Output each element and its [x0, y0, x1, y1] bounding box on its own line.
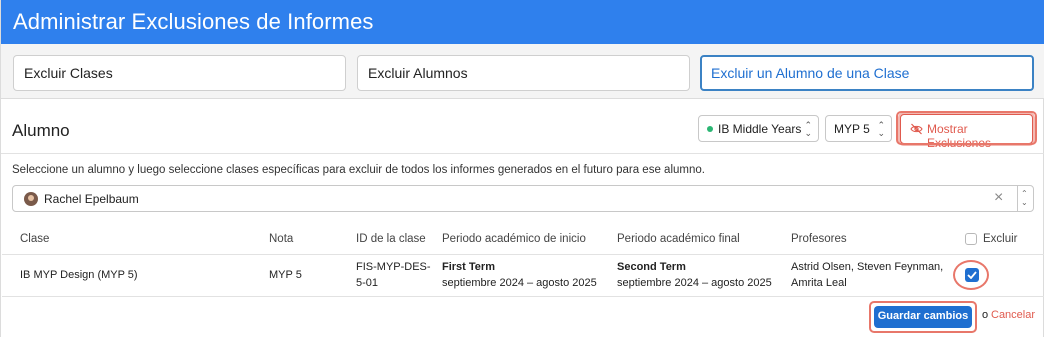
instructions-text: Seleccione un alumno y luego seleccione …: [12, 164, 705, 176]
cell-inicio: First Term septiembre 2024 – agosto 2025: [442, 259, 597, 291]
cell-clase: IB MYP Design (MYP 5): [20, 269, 138, 281]
cell-inicio-term: First Term: [442, 261, 495, 273]
or-text: o: [982, 309, 989, 321]
updown-chevron-icon: ⌃ ⌄: [877, 120, 885, 138]
student-picker[interactable]: Rachel Epelbaum × ⌃ ⌄: [12, 185, 1034, 212]
highlight-save-button: [869, 301, 977, 333]
tab-excluir-alumno-de-clase[interactable]: Excluir un Alumno de una Clase: [700, 55, 1034, 91]
select-all-checkbox[interactable]: [965, 233, 977, 245]
avatar: [24, 192, 38, 206]
tab-bar: Excluir Clases Excluir Alumnos Excluir u…: [1, 44, 1044, 99]
tab-excluir-alumnos[interactable]: Excluir Alumnos: [357, 55, 690, 91]
column-header-excluir: Excluir: [983, 233, 1018, 245]
row-divider: [2, 296, 1044, 297]
cell-id: FIS-MYP-DES- 5-01: [356, 259, 431, 291]
column-header-inicio: Periodo académico de inicio: [442, 233, 586, 245]
cell-final: Second Term septiembre 2024 – agosto 202…: [617, 259, 772, 291]
column-header-id: ID de la clase: [356, 233, 426, 245]
section-header: Alumno IB Middle Years ⌃ ⌄ MYP 5 ⌃ ⌄ Mostr…: [1, 100, 1044, 154]
cell-nota: MYP 5: [269, 269, 302, 281]
status-dot-icon: [707, 125, 713, 132]
tab-excluir-clases[interactable]: Excluir Clases: [13, 55, 346, 91]
cell-profesores-line2: Amrita Leal: [791, 277, 847, 289]
student-name: Rachel Epelbaum: [44, 192, 139, 206]
cell-final-term: Second Term: [617, 261, 686, 273]
column-header-nota: Nota: [269, 233, 294, 245]
cancel-link[interactable]: Cancelar: [991, 309, 1035, 321]
column-header-clase: Clase: [20, 233, 50, 245]
app-frame: Administrar Exclusiones de Informes Excl…: [0, 0, 1044, 337]
picker-divider: [1017, 186, 1018, 211]
cell-id-line1: FIS-MYP-DES-: [356, 261, 431, 273]
cell-profesores: Astrid Olsen, Steven Feynman, Amrita Lea…: [791, 259, 943, 291]
column-header-final: Periodo académico final: [617, 233, 740, 245]
clear-icon[interactable]: ×: [994, 189, 1003, 207]
column-header-profesores: Profesores: [791, 233, 847, 245]
page-header: Administrar Exclusiones de Informes: [1, 0, 1044, 44]
program-select[interactable]: IB Middle Years ⌃ ⌄: [698, 115, 819, 142]
cell-id-line2: 5-01: [356, 277, 379, 289]
cell-final-range: septiembre 2024 – agosto 2025: [617, 277, 772, 289]
grade-select[interactable]: MYP 5 ⌃ ⌄: [825, 115, 892, 142]
highlight-exclude-checkbox: [953, 260, 989, 290]
page-title: Administrar Exclusiones de Informes: [13, 9, 374, 34]
grade-select-value: MYP 5: [834, 122, 870, 136]
highlight-show-exclusions: [896, 111, 1037, 145]
updown-chevron-icon[interactable]: ⌃ ⌄: [1021, 189, 1028, 207]
cell-inicio-range: septiembre 2024 – agosto 2025: [442, 277, 597, 289]
updown-chevron-icon: ⌃ ⌄: [804, 120, 812, 138]
header-divider: [2, 254, 1044, 255]
section-title: Alumno: [12, 121, 70, 140]
program-select-value: IB Middle Years: [718, 122, 802, 136]
cell-profesores-line1: Astrid Olsen, Steven Feynman,: [791, 261, 944, 273]
